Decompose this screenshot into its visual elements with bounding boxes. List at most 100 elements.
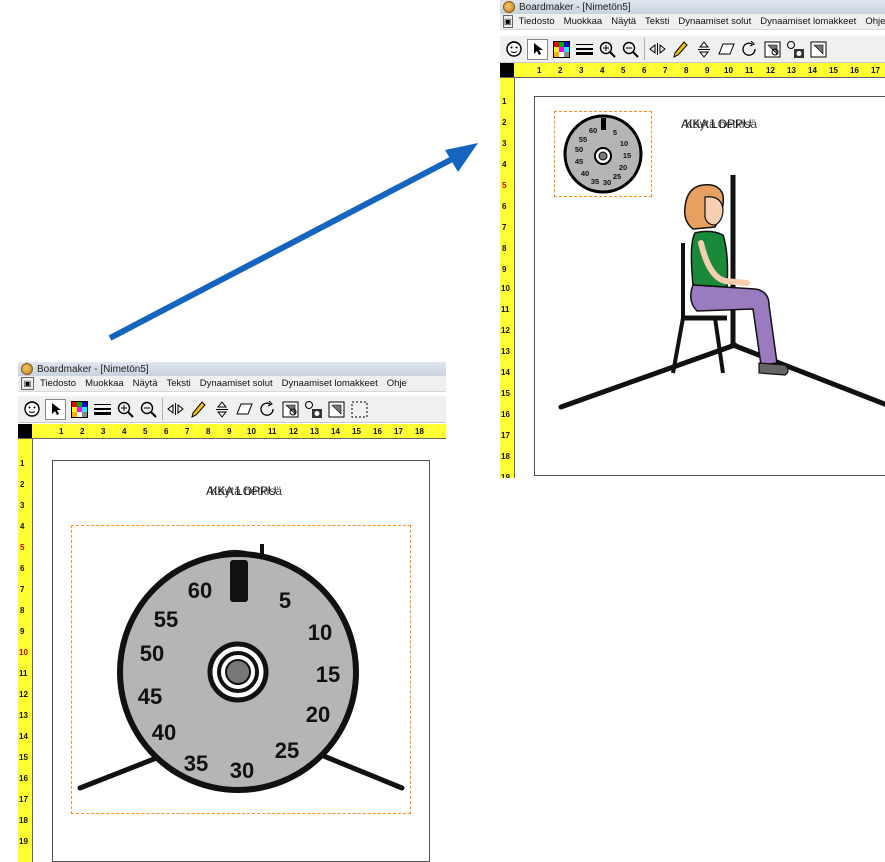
menu-nayta[interactable]: Näytä: [611, 16, 636, 27]
ruler-label: 19: [19, 837, 28, 846]
timer-cell-selected[interactable]: 60 5 10 15 20 25 30 35 40 45 50 55: [71, 525, 411, 814]
ruler-label: 4: [600, 66, 605, 75]
ruler-label: 5: [621, 66, 626, 75]
timer-label: 40: [152, 720, 176, 745]
ruler-label: 16: [19, 774, 28, 783]
person-sitting-symbol: [558, 175, 885, 410]
eraser-icon[interactable]: [235, 400, 254, 419]
ruler-label: 16: [501, 410, 510, 419]
menu-teksti[interactable]: Teksti: [166, 378, 190, 389]
ruler-label: 4: [122, 427, 127, 436]
eraser-icon[interactable]: [717, 40, 736, 59]
window-menu-icon[interactable]: ▣: [21, 377, 34, 390]
ruler-label: 18: [19, 816, 28, 825]
menu-tiedosto[interactable]: Tiedosto: [40, 378, 76, 389]
ruler-label: 9: [227, 427, 232, 436]
horizontal-ruler: 1 2 3 4 5 6 7 8 9 10 11 12 13 14 15 16 1…: [500, 63, 885, 78]
horizontal-ruler: 1 2 3 4 5 6 7 8 9 10 11 12 13 14 15 16 1…: [18, 424, 446, 439]
dotted-selection-icon[interactable]: [350, 400, 369, 419]
flip-icon[interactable]: [166, 400, 185, 419]
ruler-label: 14: [501, 368, 510, 377]
frame-icon[interactable]: [327, 400, 346, 419]
menu-teksti[interactable]: Teksti: [645, 16, 669, 27]
ruler-label: 2: [502, 118, 507, 127]
menu-dynaamiset-solut[interactable]: Dynaamiset solut: [678, 16, 751, 27]
window-title: Boardmaker - [Nimetön5]: [519, 1, 631, 13]
zoom-in-icon[interactable]: [598, 40, 617, 59]
menu-muokkaa[interactable]: Muokkaa: [85, 378, 124, 389]
menu-ohje[interactable]: Ohje: [865, 16, 885, 27]
ruler-label: 9: [705, 66, 710, 75]
symbol-select-icon[interactable]: [304, 400, 323, 419]
timer-label: 5: [279, 588, 291, 613]
timer-label: 60: [188, 578, 212, 603]
ruler-label: 3: [502, 139, 507, 148]
timer-label: 60: [589, 126, 597, 135]
timer-label: 15: [316, 662, 340, 687]
line-thickness-icon[interactable]: [575, 40, 594, 59]
pointer-icon[interactable]: [45, 398, 66, 420]
zoom-out-icon[interactable]: [621, 40, 640, 59]
pencil-icon[interactable]: [189, 400, 208, 419]
menu-dynaamiset-lomakkeet[interactable]: Dynaamiset lomakkeet: [760, 16, 856, 27]
line-thickness-icon[interactable]: [93, 400, 112, 419]
ruler-label: 2: [80, 427, 85, 436]
ruler-label: 8: [206, 427, 211, 436]
face-icon[interactable]: [22, 400, 41, 419]
ruler-label: 3: [101, 427, 106, 436]
face-icon[interactable]: [504, 40, 523, 59]
timer-label: 50: [140, 641, 164, 666]
menu-dynaamiset-solut[interactable]: Dynaamiset solut: [200, 378, 273, 389]
ruler-label: 4: [20, 522, 25, 531]
menu-ohje[interactable]: Ohje: [387, 378, 407, 389]
menu-dynaamiset-lomakkeet[interactable]: Dynaamiset lomakkeet: [282, 378, 378, 389]
ruler-label: 5: [143, 427, 148, 436]
ruler-label: 3: [579, 66, 584, 75]
menu-bar: ▣ Tiedosto Muokkaa Näytä Teksti Dynaamis…: [18, 376, 446, 392]
ruler-label: 3: [20, 501, 25, 510]
pointer-icon[interactable]: [527, 38, 548, 60]
ruler-label: 11: [745, 66, 754, 75]
symbol-select-icon[interactable]: [786, 40, 805, 59]
ruler-label: 18: [501, 452, 510, 461]
menu-tiedosto[interactable]: Tiedosto: [519, 16, 555, 27]
zoom-out-icon[interactable]: [139, 400, 158, 419]
vertical-flip-icon[interactable]: [212, 400, 231, 419]
menu-muokkaa[interactable]: Muokkaa: [564, 16, 603, 27]
timer-symbol-large: 60 5 10 15 20 25 30 35 40 45 50 55: [77, 544, 405, 793]
pencil-icon[interactable]: [671, 40, 690, 59]
ruler-label: 10: [501, 284, 510, 293]
zoom-in-icon[interactable]: [116, 400, 135, 419]
ruler-label: 10: [19, 648, 28, 657]
ruler-label: 14: [808, 66, 817, 75]
ruler-label: 13: [310, 427, 319, 436]
ruler-label: 2: [20, 480, 25, 489]
ruler-label: 4: [502, 160, 507, 169]
ruler-label: 10: [247, 427, 256, 436]
board-page[interactable]: AIKA LOPPU Käytä hetkisä 60 5 10 15 20 2…: [534, 96, 885, 476]
symbol-finder-icon[interactable]: [763, 40, 782, 59]
ruler-label: 15: [352, 427, 361, 436]
ruler-label: 11: [501, 305, 510, 314]
ruler-label: 13: [19, 711, 28, 720]
rotate-icon[interactable]: [258, 400, 277, 419]
menu-nayta[interactable]: Näytä: [133, 378, 158, 389]
ruler-label: 11: [268, 427, 277, 436]
ruler-label: 12: [19, 690, 28, 699]
timer-label: 10: [620, 139, 628, 148]
ruler-corner: [18, 424, 32, 438]
flip-icon[interactable]: [648, 40, 667, 59]
timer-label: 10: [308, 620, 332, 645]
color-palette-icon[interactable]: [552, 40, 571, 59]
vertical-flip-icon[interactable]: [694, 40, 713, 59]
window-menu-icon[interactable]: ▣: [503, 15, 513, 28]
color-palette-icon[interactable]: [70, 400, 89, 419]
frame-icon[interactable]: [809, 40, 828, 59]
ruler-label: 6: [164, 427, 169, 436]
toolbar: [18, 396, 446, 423]
timer-label: 35: [184, 751, 208, 776]
rotate-icon[interactable]: [740, 40, 759, 59]
symbol-finder-icon[interactable]: [281, 400, 300, 419]
timer-label: 20: [306, 702, 330, 727]
board-page[interactable]: AIKA LOPPU Käytä hetkisä 60 5 10 15 20 2…: [52, 460, 430, 862]
